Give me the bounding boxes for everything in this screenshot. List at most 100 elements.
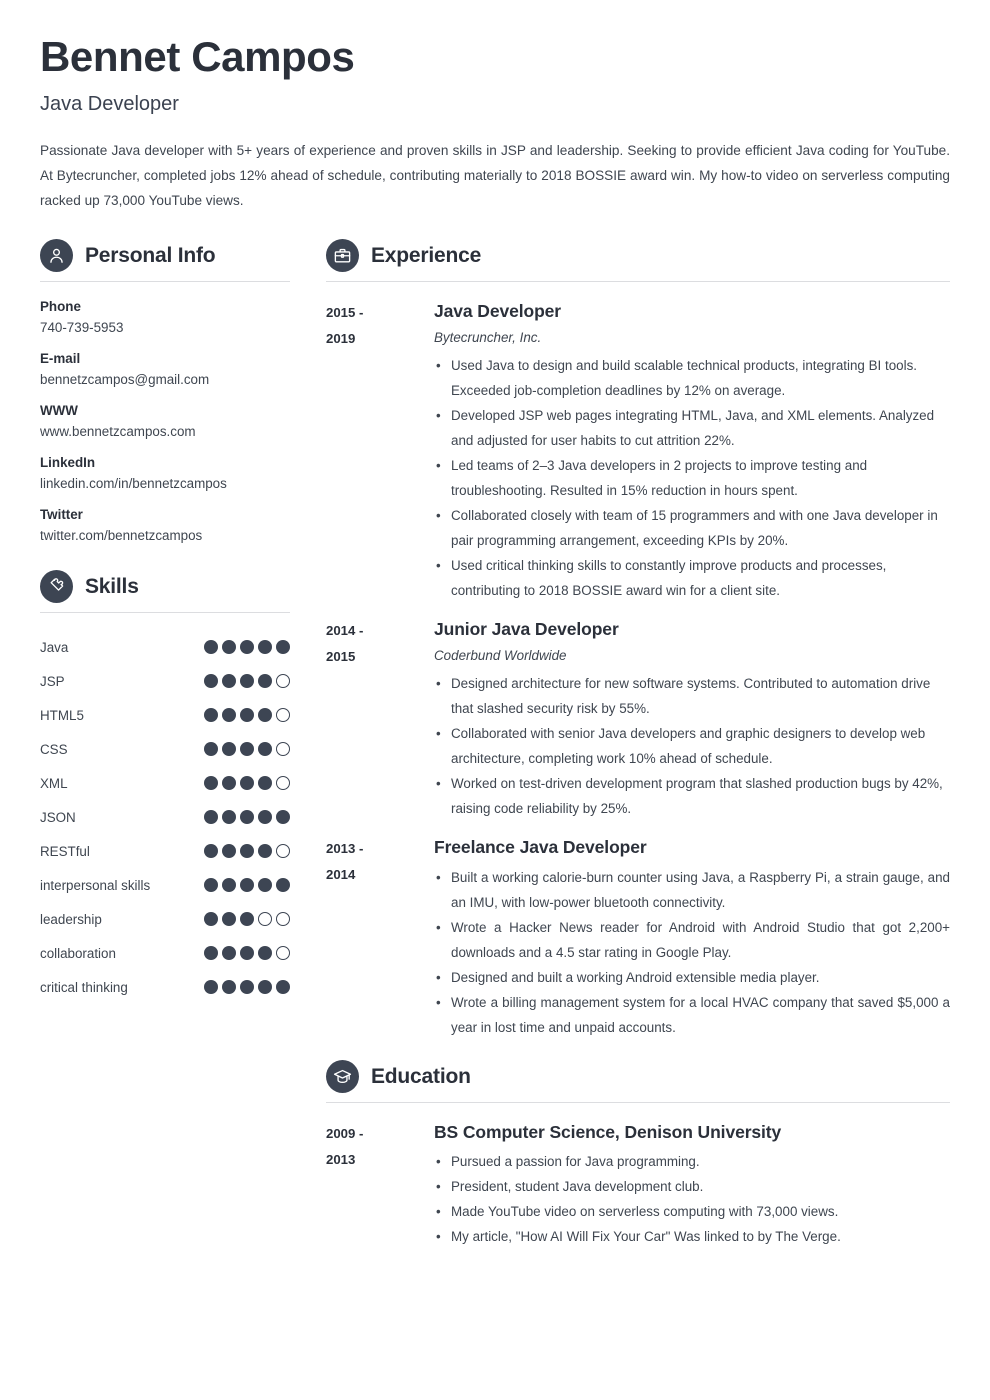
education-section: Education 2009 - 2013 BS Computer Science,… [326,1059,950,1249]
personal-info-title: Personal Info [85,244,216,268]
skill-row: interpersonal skills [40,868,290,902]
rating-dot-empty [258,912,272,927]
rating-dot-filled [240,912,254,927]
entry-date-range: 2015 - 2019 [326,299,434,352]
skill-name: collaboration [40,945,116,961]
personal-info-value[interactable]: twitter.com/bennetzcampos [40,528,290,545]
entry-body: Java Developer Bytecruncher, Inc. Used Jav… [434,299,950,603]
rating-dot-filled [258,946,272,961]
rating-dot-empty [276,742,290,757]
rating-dot-filled [276,980,290,995]
professional-summary: Passionate Java developer with 5+ years … [40,143,950,209]
personal-info-label: E-mail [40,351,81,367]
skill-rating [204,912,290,927]
entry-bullet: Designed and built a working Android ext… [434,965,950,990]
entry-body: BS Computer Science, Denison University P… [434,1120,950,1249]
education-divider [326,1101,950,1103]
rating-dot-filled [204,980,218,995]
rating-dot-empty [276,708,290,723]
entry-title: BS Computer Science, Denison University [434,1121,782,1142]
skill-rating [204,742,290,757]
skill-row: JSP [40,664,290,698]
personal-info-item-www: WWW www.bennetzcampos.com [40,403,290,441]
entry-organization: Coderbund Worldwide [434,647,567,663]
rating-dot-filled [222,674,236,689]
personal-info-value[interactable]: linkedin.com/in/bennetzcampos [40,476,290,493]
rating-dot-empty [276,674,290,689]
entry-bullet-list: Built a working calorie-burn counter usi… [434,865,950,1040]
rating-dot-filled [240,980,254,995]
rating-dot-filled [240,708,254,723]
skill-name: leadership [40,911,102,927]
skills-section: Skills Java JSP HTML5 CSS XML JSON RESTful inte… [40,570,290,1004]
experience-title: Experience [371,244,482,268]
rating-dot-filled [240,810,254,825]
rating-dot-filled [204,810,218,825]
skill-rating [204,844,290,859]
entry-bullet: Collaborated with senior Java developers… [434,721,950,771]
entry-title: Freelance Java Developer [434,837,647,858]
skill-name: CSS [40,741,68,757]
entry-bullet-list: Used Java to design and build scalable t… [434,353,950,603]
entry-body: Junior Java Developer Coderbund Worldwide… [434,617,950,821]
rating-dot-filled [276,810,290,825]
skills-header: Skills [40,570,290,612]
rating-dot-empty [276,844,290,859]
skill-row: Java [40,630,290,664]
entry-bullet-list: Designed architecture for new software s… [434,671,950,821]
rating-dot-filled [222,912,236,927]
rating-dot-filled [222,844,236,859]
skills-title: Skills [85,575,139,599]
rating-dot-filled [258,742,272,757]
rating-dot-filled [204,708,218,723]
skill-name: XML [40,775,68,791]
personal-info-value[interactable]: www.bennetzcampos.com [40,424,290,441]
skill-rating [204,708,290,723]
skill-row: HTML5 [40,698,290,732]
entry-date-start: 2015 - [326,305,364,321]
rating-dot-filled [276,640,290,655]
rating-dot-filled [276,878,290,893]
skill-rating [204,878,290,893]
skill-rating [204,810,290,825]
entry-body: Freelance Java Developer Built a working … [434,835,950,1039]
entry-bullet: Wrote a billing management system for a … [434,990,950,1040]
puzzle-piece-icon [40,570,73,604]
skill-row: RESTful [40,834,290,868]
candidate-job-title: Java Developer [40,93,179,116]
personal-info-item-phone: Phone 740-739-5953 [40,299,290,337]
skill-name: RESTful [40,843,90,859]
rating-dot-filled [204,912,218,927]
skill-row: JSON [40,800,290,834]
personal-info-value[interactable]: bennetzcampos@gmail.com [40,372,290,389]
skill-rating [204,946,290,961]
entry-bullet: Worked on test-driven development progra… [434,771,950,821]
entry-bullet: Used critical thinking skills to constan… [434,553,950,603]
rating-dot-filled [258,776,272,791]
personal-info-label: Phone [40,299,81,315]
entry-date-start: 2014 - [326,623,364,639]
resume-page: Bennet Campos Java Developer Passionate … [0,0,990,1400]
rating-dot-filled [204,946,218,961]
rating-dot-filled [240,776,254,791]
skill-name: JSON [40,809,76,825]
personal-info-value[interactable]: 740-739-5953 [40,320,290,337]
rating-dot-filled [222,878,236,893]
entry-date-range: 2009 - 2013 [326,1120,434,1173]
rating-dot-filled [222,776,236,791]
entry-date-start: 2013 - [326,841,364,857]
entry-bullet: Designed architecture for new software s… [434,671,950,721]
entry-bullet: My article, "How AI Will Fix Your Car" W… [434,1224,950,1249]
entry-date-start: 2009 - [326,1125,364,1141]
entry-bullet: President, student Java development club… [434,1174,950,1199]
experience-section: Experience 2015 - 2019 Java Developer Bytec… [326,239,950,1040]
skill-rating [204,674,290,689]
rating-dot-filled [258,708,272,723]
rating-dot-filled [240,844,254,859]
entry-date-end: 2014 [326,867,356,883]
skill-rating [204,640,290,655]
entry-bullet-list: Pursued a passion for Java programming.P… [434,1149,950,1249]
entry-date-range: 2014 - 2015 [326,617,434,670]
personal-info-item-email: E-mail bennetzcampos@gmail.com [40,351,290,389]
graduation-cap-icon [326,1059,359,1093]
